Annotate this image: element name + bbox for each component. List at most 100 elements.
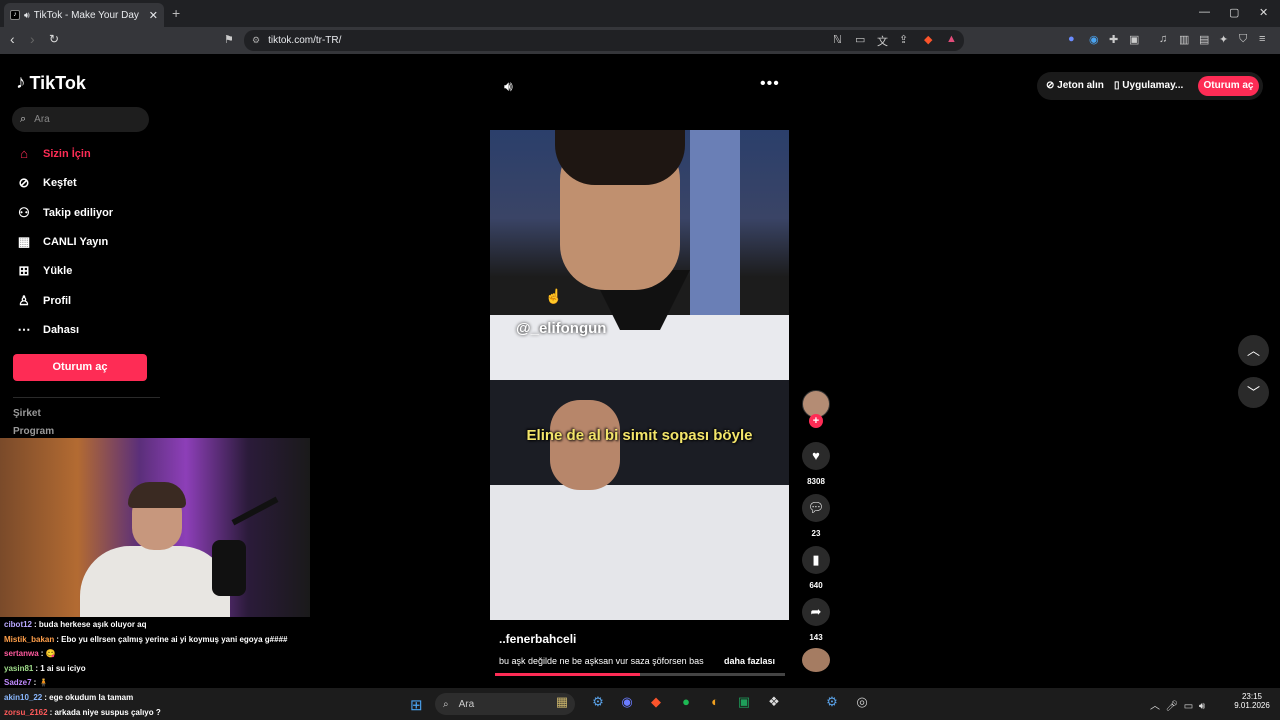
chat-text: :	[33, 678, 37, 687]
windows-start-icon[interactable]: ⊞	[410, 696, 423, 714]
site-info-icon[interactable]: ⚙	[252, 35, 260, 46]
chat-user: Sadze7	[4, 678, 32, 687]
leo-ai-icon[interactable]: ✦	[1219, 33, 1228, 46]
system-tray[interactable]: ︿ 🎤︎ ▭ 🔊︎	[1150, 697, 1205, 712]
extension-icon[interactable]: ●	[1068, 33, 1075, 45]
webcam-overlay	[0, 438, 310, 617]
microphone-icon	[212, 540, 246, 596]
reload-icon[interactable]: ↻	[49, 32, 59, 46]
extensions-icon[interactable]: ✚	[1109, 33, 1118, 46]
sidebar-item-more[interactable]: ⋯ Dahası	[15, 322, 80, 338]
like-button[interactable]: ♥	[802, 442, 830, 470]
sidebar-item-label: Sizin İçin	[43, 147, 91, 160]
profile-icon: ♙	[18, 293, 30, 308]
phone-icon: ▯	[1114, 80, 1120, 91]
hand-cursor-icon: ☝	[545, 288, 563, 304]
comment-count: 23	[811, 529, 821, 538]
back-icon[interactable]: ‹	[10, 31, 15, 47]
sidebar-item-upload[interactable]: ⊞ Yükle	[15, 263, 73, 279]
see-more-link[interactable]: daha fazlası	[724, 656, 775, 666]
comment-button[interactable]: 💬︎	[802, 494, 830, 522]
video-progress-bar[interactable]	[495, 673, 785, 676]
discord-icon[interactable]: ◉	[617, 694, 637, 710]
minimize-button[interactable]: —	[1199, 6, 1210, 18]
chat-text: : ege okudum la tamam	[44, 693, 134, 702]
tab-close-icon[interactable]: ✕	[149, 9, 158, 22]
footer-link-company[interactable]: Şirket	[13, 408, 41, 419]
maximize-button[interactable]: ▢	[1229, 6, 1239, 19]
video-description: bu aşk değilde ne be aşksan vur saza şöf…	[499, 656, 704, 666]
video-player[interactable]: @_elifongun Eline de al bi simit sopası …	[490, 130, 789, 620]
video-watermark: @_elifongun	[516, 320, 607, 337]
sidebar-item-label: Profil	[43, 295, 72, 307]
taskbar-clock[interactable]: 23:15 9.01.2026	[1232, 692, 1272, 710]
brave-icon[interactable]: ◆	[646, 694, 666, 710]
emote-icon: 🧍	[38, 678, 49, 687]
share-icon[interactable]: ⇪	[899, 33, 908, 46]
taskbar-app-icon[interactable]: ◐	[705, 694, 725, 709]
excel-icon[interactable]: ▣	[734, 694, 754, 710]
no-tracking-icon[interactable]: ℕ	[833, 33, 842, 46]
home-icon: ⌂	[20, 146, 28, 161]
sidebar-item-for-you[interactable]: ⌂ Sizin İçin	[15, 146, 91, 161]
brave-rewards-icon[interactable]: ▲	[946, 33, 957, 45]
chevron-down-icon: ﹀	[1246, 385, 1260, 400]
save-button[interactable]: ▮	[802, 546, 830, 574]
media-icon[interactable]: ♫	[1159, 33, 1167, 45]
previous-video-button[interactable]: ︿	[1238, 335, 1269, 366]
next-video-button[interactable]: ﹀	[1238, 377, 1269, 408]
translate-icon[interactable]: 文	[877, 33, 888, 49]
obs-icon[interactable]: ◎	[852, 694, 872, 710]
chat-text: : buda herkese aşık oluyor aq	[34, 620, 147, 629]
get-coins-link[interactable]: ⊘ Jeton alın	[1046, 80, 1104, 91]
windows-taskbar	[0, 688, 1280, 720]
save-count: 640	[809, 581, 823, 590]
volume-icon[interactable]: 🔊︎	[504, 78, 513, 95]
new-tab-button[interactable]: +	[172, 5, 180, 21]
wallet-icon[interactable]: ▤	[1199, 33, 1209, 46]
video-hair	[555, 130, 685, 185]
vpn-icon[interactable]: ⛉	[1239, 33, 1247, 46]
sidebar-toggle-icon[interactable]: ▥	[1179, 33, 1189, 46]
footer-link-program[interactable]: Program	[13, 426, 54, 437]
brave-shields-icon[interactable]: ◆	[924, 33, 932, 46]
sidebar-item-label: CANLI Yayın	[43, 236, 109, 248]
tiktok-logo[interactable]: ♪ TikTok	[16, 72, 86, 94]
chat-text: : Ebo yu ellrsen çalmış yerine ai yi koy…	[56, 635, 288, 644]
sidebar-item-label: Takip ediliyor	[43, 207, 114, 219]
extension-icon[interactable]: ◉	[1089, 33, 1099, 46]
sidebar-item-profile[interactable]: ♙ Profil	[15, 293, 71, 309]
sidebar-item-following[interactable]: ⚇ Takip ediliyor	[15, 205, 113, 221]
steam-icon[interactable]: ⚙	[588, 694, 608, 710]
chat-message: Mistik_bakan: Ebo yu ellrsen çalmış yeri…	[4, 635, 287, 644]
wallet-icon[interactable]: ▣	[1129, 33, 1139, 46]
bookmark-icon[interactable]: ⚑	[224, 33, 234, 46]
chat-message: sertanwa: 😋	[4, 649, 56, 658]
menu-icon[interactable]: ≡	[1259, 33, 1265, 45]
chat-message: yasin81: 1 ai su iciyo	[4, 664, 86, 673]
spotify-icon[interactable]: ●	[676, 694, 696, 709]
window-close-button[interactable]: ✕	[1259, 6, 1268, 19]
logo-text: TikTok	[29, 72, 86, 93]
share-button[interactable]: ➦	[802, 598, 830, 626]
taskbar-app-icon[interactable]: ▦	[552, 694, 572, 710]
follow-plus-icon[interactable]: +	[809, 414, 823, 428]
music-disc-avatar[interactable]	[802, 648, 830, 672]
more-options-icon[interactable]: •••	[760, 75, 780, 93]
steam-icon[interactable]: ⚙	[822, 694, 842, 710]
upload-icon: ⊞	[18, 263, 30, 278]
cast-icon[interactable]: ▭	[855, 33, 865, 46]
taskbar-app-icon[interactable]: ❖	[764, 694, 784, 710]
browser-tab[interactable]: ♪ 🔊︎ TikTok - Make Your Day ✕	[4, 3, 164, 27]
login-button-top[interactable]: Oturum aç	[1198, 76, 1259, 96]
sidebar-item-live[interactable]: ▦ CANLI Yayın	[15, 234, 108, 250]
speaker-icon[interactable]: 🔊︎	[24, 10, 30, 21]
forward-icon[interactable]: ›	[30, 31, 35, 47]
get-app-link[interactable]: ▯ Uygulamay...	[1114, 80, 1183, 91]
search-input[interactable]: ⌕ Ara	[12, 107, 149, 132]
tiktok-favicon-icon: ♪	[10, 10, 20, 20]
login-button[interactable]: Oturum aç	[13, 354, 147, 381]
sidebar-item-explore[interactable]: ⊘ Keşfet	[15, 175, 77, 191]
video-author[interactable]: ..fenerbahceli	[499, 632, 576, 646]
taskbar-search-label: Ara	[458, 698, 475, 710]
